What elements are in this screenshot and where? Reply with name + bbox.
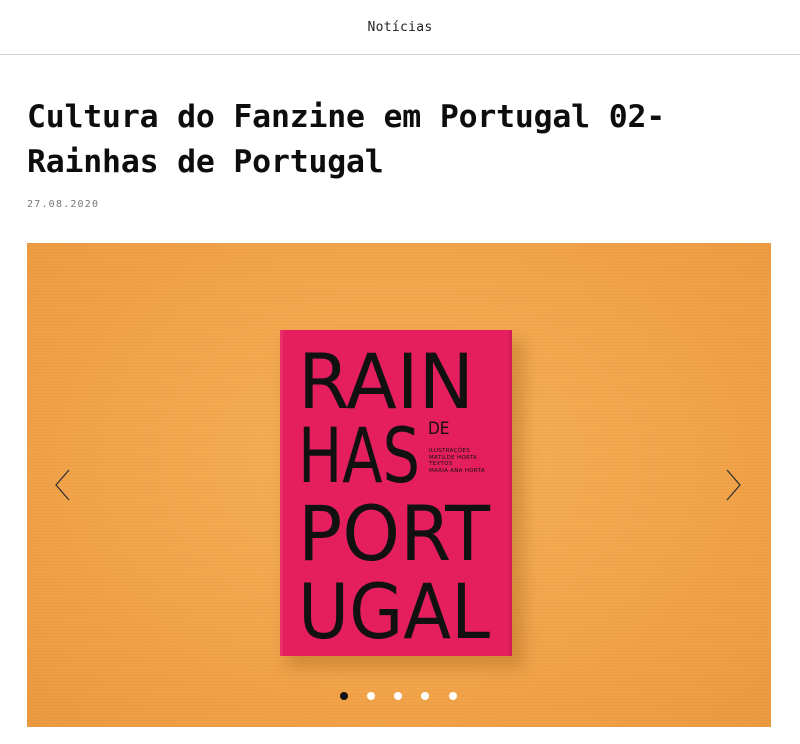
- credit-line: MARIA ANA HORTA: [429, 467, 485, 474]
- article-title: Cultura do Fanzine em Portugal 02- Rainh…: [27, 99, 665, 180]
- carousel-dot-3[interactable]: [394, 692, 402, 700]
- cover-line-4: UGAL: [298, 567, 490, 656]
- nav-link-noticias[interactable]: Notícias: [367, 20, 432, 35]
- chevron-left-icon: [55, 469, 70, 501]
- carousel-dot-5[interactable]: [449, 692, 457, 700]
- cover-line-3: PORT: [298, 489, 491, 578]
- top-nav: Notícias: [0, 0, 800, 55]
- cover-credits: ILUSTRAÇÕES MATILDE HORTA TEXTOS MARIA A…: [429, 448, 485, 474]
- carousel-dot-2[interactable]: [367, 692, 375, 700]
- cover-de: DE: [428, 419, 449, 439]
- carousel-next-button[interactable]: [722, 468, 744, 502]
- carousel-dot-1[interactable]: [340, 692, 348, 700]
- carousel-prev-button[interactable]: [52, 468, 74, 502]
- article-date: 27.08.2020: [27, 199, 100, 210]
- book-cover-lettering: RAIN HAS PORT UGAL DE: [298, 337, 491, 656]
- chevron-right-icon: [726, 469, 741, 501]
- book-cover-image: RAIN HAS PORT UGAL DE ILUSTRAÇÕES MATILD…: [280, 330, 512, 656]
- carousel-dot-4[interactable]: [421, 692, 429, 700]
- cover-line-2: HAS: [298, 411, 420, 500]
